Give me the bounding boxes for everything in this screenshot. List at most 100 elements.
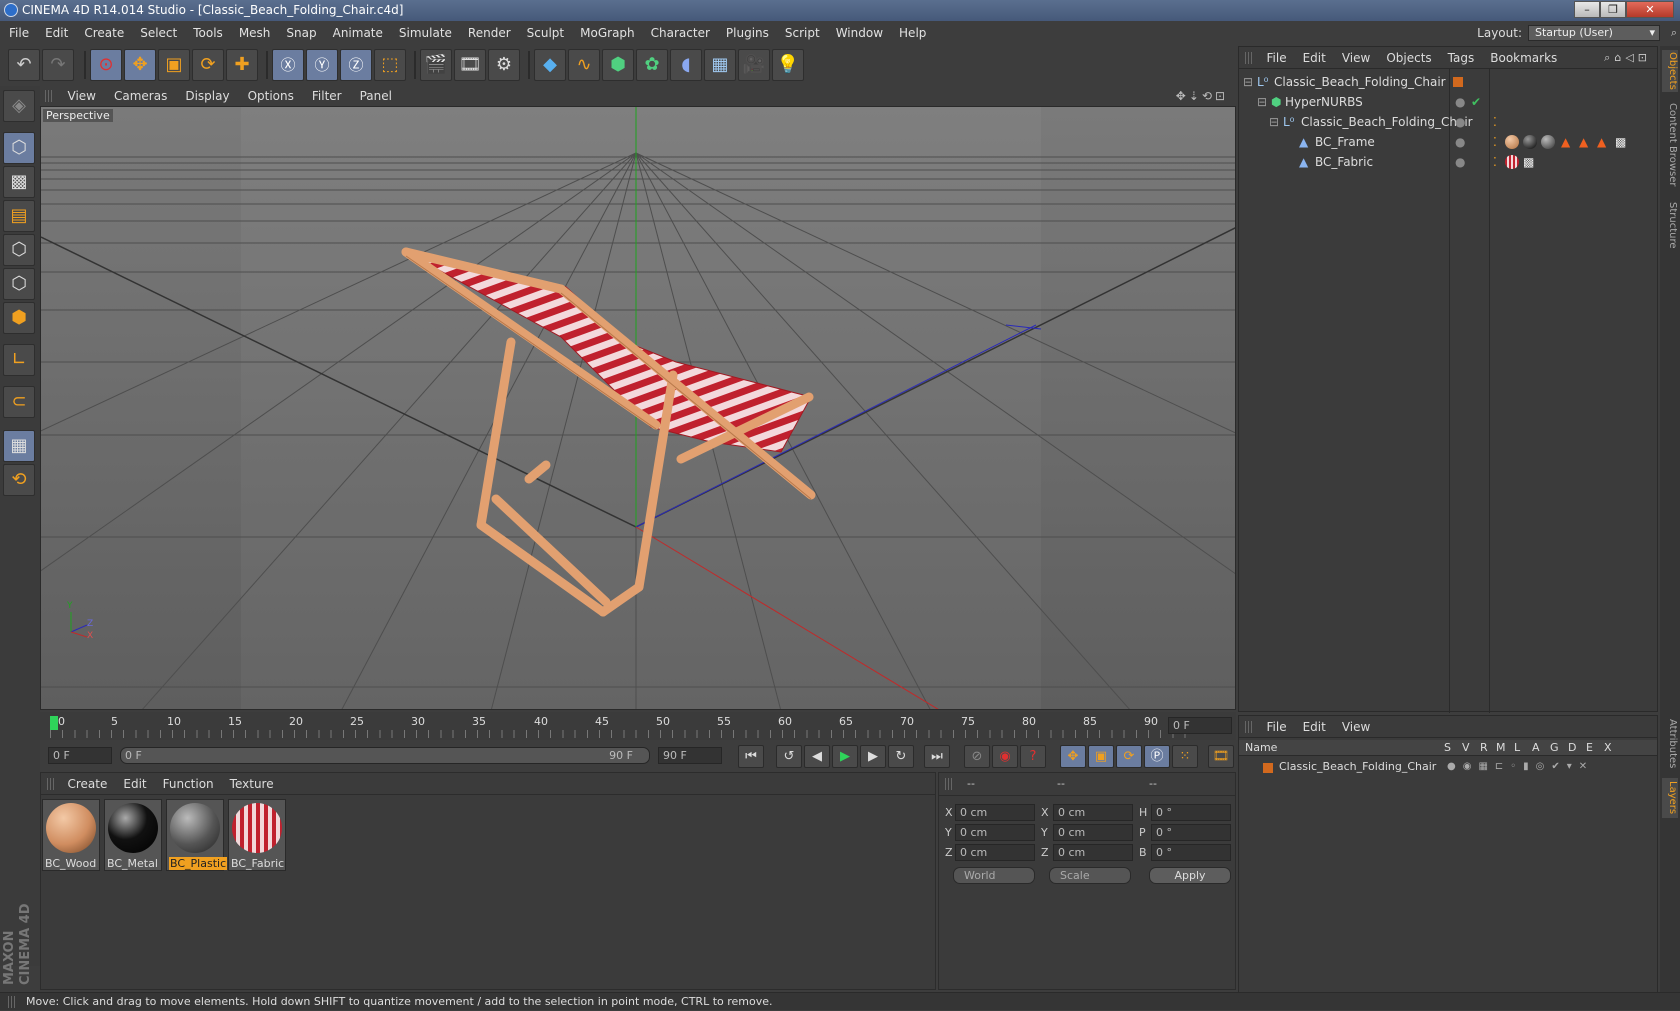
viewport-menu-options[interactable]: Options [248, 89, 294, 103]
collapse-icon[interactable]: ⊟ [1269, 112, 1279, 132]
material-swatch-plastic[interactable]: BC_Plastic [166, 799, 228, 871]
next-keyframe-icon[interactable]: ↻ [888, 745, 914, 768]
size-y-field[interactable]: 0 cm [1053, 824, 1133, 841]
material-menu-function[interactable]: Function [163, 777, 214, 791]
workplane-mode-icon[interactable]: ▤ [3, 200, 35, 232]
enabled-check-icon[interactable]: ✔ [1471, 92, 1481, 112]
col-name[interactable]: Name [1245, 740, 1277, 756]
position-z-field[interactable]: 0 cm [955, 844, 1035, 861]
panel-grip[interactable] [47, 778, 55, 790]
panel-grip[interactable] [8, 996, 16, 1008]
menu-simulate[interactable]: Simulate [399, 26, 452, 40]
layer-menu-edit[interactable]: Edit [1303, 720, 1326, 734]
play-icon[interactable]: ▶ [832, 745, 858, 768]
layout-select[interactable]: Startup (User) ▾ [1528, 25, 1660, 41]
rotation-b-field[interactable]: 0 ° [1151, 844, 1231, 861]
col-expressions[interactable]: E [1586, 740, 1593, 756]
live-selection-icon[interactable]: ⊙ [90, 49, 122, 81]
start-frame-field[interactable]: 0 F [48, 747, 112, 764]
tab-layers[interactable]: Layers [1662, 778, 1678, 818]
material-menu-edit[interactable]: Edit [123, 777, 146, 791]
material-swatch-wood[interactable]: BC_Wood [42, 799, 100, 871]
snapping-icon[interactable]: ⊂ [3, 386, 35, 418]
z-axis-lock-icon[interactable]: Ⓩ [340, 49, 372, 81]
col-deformers[interactable]: D [1568, 740, 1576, 756]
record-rotation-icon[interactable]: ⟳ [1116, 745, 1142, 768]
camera-icon[interactable]: 🎥 [738, 49, 770, 81]
floor-scene-icon[interactable]: ▦ [704, 49, 736, 81]
previous-keyframe-icon[interactable]: ↺ [776, 745, 802, 768]
record-parameter-icon[interactable]: Ⓟ [1144, 745, 1170, 768]
col-xref[interactable]: X [1604, 740, 1612, 756]
redo-icon[interactable]: ↷ [42, 49, 74, 81]
minimize-button[interactable]: – [1574, 1, 1600, 18]
record-point-level-icon[interactable]: ⁙ [1172, 745, 1198, 768]
apply-button[interactable]: Apply [1149, 867, 1231, 884]
object-menu-edit[interactable]: Edit [1303, 51, 1326, 65]
layer-color-swatch[interactable] [1263, 763, 1273, 773]
model-mode-icon[interactable]: ⬡ [3, 132, 35, 164]
object-manager-nav-icons[interactable]: ⌕⌂◁⊡ [1604, 47, 1651, 69]
visibility-dot-icon[interactable]: ● [1455, 92, 1465, 112]
end-frame-field[interactable]: 90 F [658, 747, 722, 764]
panel-grip[interactable] [45, 90, 53, 102]
menu-animate[interactable]: Animate [333, 26, 383, 40]
x-axis-lock-icon[interactable]: Ⓧ [272, 49, 304, 81]
3d-viewport[interactable]: Perspective Y Z X [40, 106, 1236, 710]
selection-tag-icon[interactable]: ▲ [1597, 132, 1606, 152]
render-to-picture-viewer-icon[interactable]: 🎞 [454, 49, 486, 81]
close-button[interactable]: ✕ [1626, 1, 1674, 18]
material-tag-metal[interactable] [1523, 135, 1537, 149]
frame-range-slider[interactable]: 0 F 90 F [120, 747, 650, 764]
current-frame-field[interactable]: 0 F [1168, 717, 1232, 734]
search-icon[interactable]: ⌕ [1671, 22, 1677, 44]
viewport-menu-filter[interactable]: Filter [312, 89, 342, 103]
selection-tag-icon[interactable]: ▲ [1579, 132, 1588, 152]
deformer-icon[interactable]: ◖ [670, 49, 702, 81]
texture-mode-icon[interactable]: ▩ [3, 166, 35, 198]
planar-workplane-icon[interactable]: ⟲ [3, 464, 35, 496]
object-row[interactable]: ⊟ L⁰ Classic_Beach_Folding_Chair ● ⁚ [1239, 112, 1657, 132]
object-row[interactable]: ⊟ ⬢ HyperNURBS ● ✔ [1239, 92, 1657, 112]
maximize-button[interactable]: ❐ [1600, 1, 1626, 18]
material-swatch-metal[interactable]: BC_Metal [104, 799, 162, 871]
tab-objects[interactable]: Objects [1662, 50, 1678, 92]
collapse-icon[interactable]: ⊟ [1257, 92, 1267, 112]
uvw-tag-icon[interactable]: ▩ [1523, 152, 1534, 172]
visibility-dot-icon[interactable]: ● [1455, 112, 1465, 132]
keyframe-selection-icon[interactable]: ? [1020, 745, 1046, 768]
go-to-end-icon[interactable]: ⏭ [924, 745, 950, 768]
material-tag-fabric[interactable] [1505, 155, 1519, 169]
uvw-tag-icon[interactable]: ▩ [1615, 132, 1626, 152]
undo-icon[interactable]: ↶ [8, 49, 40, 81]
menu-select[interactable]: Select [140, 26, 177, 40]
material-tag-plastic[interactable] [1541, 135, 1555, 149]
tag-icon[interactable]: ⁚ [1493, 132, 1497, 152]
position-y-field[interactable]: 0 cm [955, 824, 1035, 841]
make-editable-icon[interactable]: ◈ [3, 90, 35, 122]
viewport-menu-cameras[interactable]: Cameras [114, 89, 167, 103]
object-menu-tags[interactable]: Tags [1448, 51, 1475, 65]
object-row[interactable]: ▲ BC_Fabric ● ⁚ ▩ [1239, 152, 1657, 172]
col-render[interactable]: R [1480, 740, 1488, 756]
menu-mesh[interactable]: Mesh [239, 26, 271, 40]
material-swatch-fabric[interactable]: BC_Fabric [228, 799, 286, 871]
layer-flag-icons[interactable]: ●◉▦⊏◦▮◎✔▾✕ [1447, 758, 1594, 776]
object-menu-view[interactable]: View [1342, 51, 1370, 65]
menu-sculpt[interactable]: Sculpt [527, 26, 564, 40]
tab-content-browser[interactable]: Content Browser [1662, 100, 1678, 190]
object-menu-bookmarks[interactable]: Bookmarks [1490, 51, 1557, 65]
tab-attributes[interactable]: Attributes [1662, 716, 1678, 772]
playhead[interactable] [50, 716, 58, 730]
layer-color-swatch[interactable] [1453, 77, 1463, 87]
timeline-window-icon[interactable]: 🎞 [1208, 745, 1234, 768]
previous-frame-icon[interactable]: ◀ [804, 745, 830, 768]
viewport-camera-label[interactable]: Perspective [43, 109, 113, 122]
coordinate-system-icon[interactable]: ⬚ [374, 49, 406, 81]
coordinate-type-dropdown[interactable]: Scale [1049, 867, 1131, 884]
timeline-ruler[interactable]: 0 5 10 15 20 25 30 35 40 45 50 55 60 65 … [40, 712, 1236, 740]
viewport-nav-icons[interactable]: ✥⇣⟲⊡ [1176, 86, 1228, 106]
render-view-icon[interactable]: 🎬 [420, 49, 452, 81]
size-x-field[interactable]: 0 cm [1053, 804, 1133, 821]
layer-row[interactable]: Classic_Beach_Folding_Chair ●◉▦⊏◦▮◎✔▾✕ [1239, 758, 1657, 776]
